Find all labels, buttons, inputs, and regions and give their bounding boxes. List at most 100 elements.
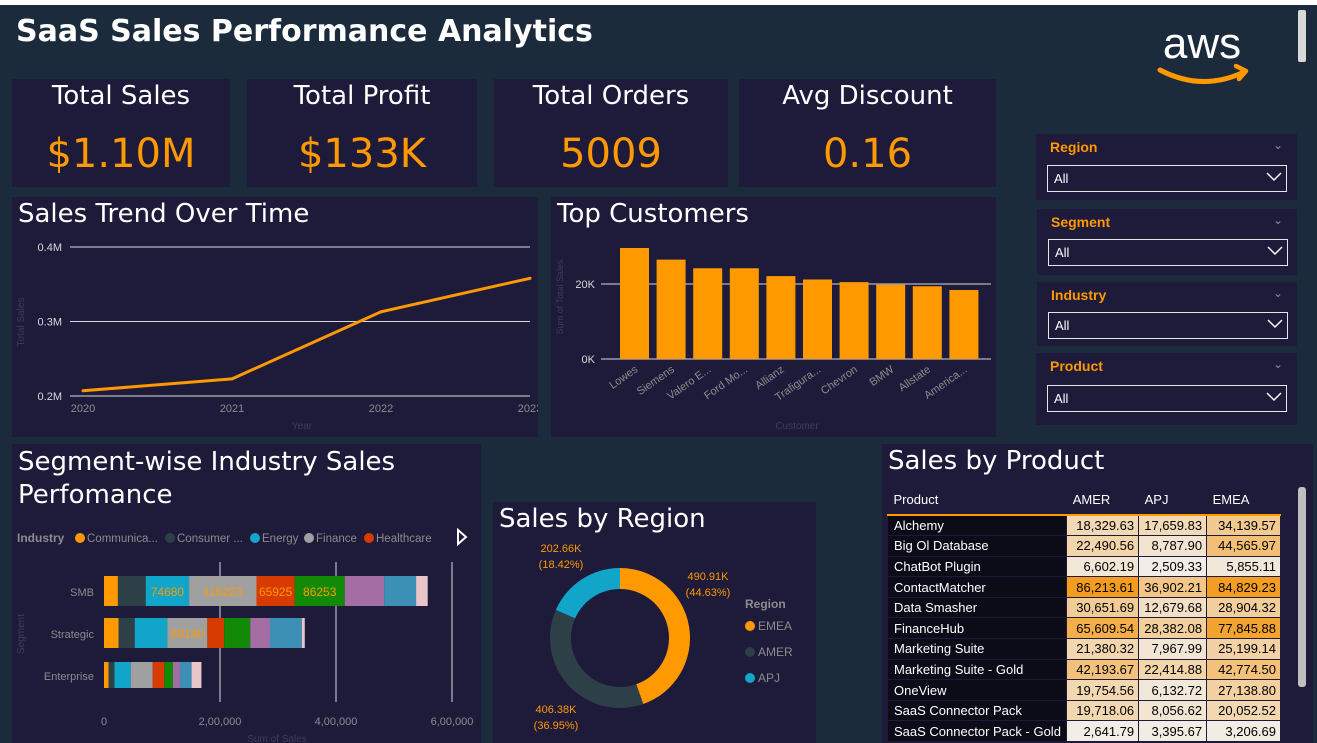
kpi-label: Total Profit (293, 81, 431, 111)
sales-trend-chart[interactable]: 0.2M 0.3M 0.4M 2020 2021 2022 2023 Year Total Sa… (12, 197, 538, 437)
kpi-card-total-sales[interactable]: Total Sales $1.10M (12, 79, 230, 187)
sales-trend-line (82, 276, 531, 393)
table-row[interactable]: ChatBot Plugin 6,602.19 2,509.33 5,855.11 (886, 555, 1281, 578)
legend-marker (250, 533, 260, 543)
segment-industry-chart[interactable]: Industry Communica... Consumer ... Energy Fi… (12, 444, 481, 743)
y-tick-label: 0.2M (38, 391, 62, 403)
sales-value-cell: 27,138.80 (1206, 679, 1281, 701)
sales-value-cell: 22,490.56 (1066, 535, 1140, 557)
sales-by-region-panel[interactable]: Sales by Region 490.91K (44.63%) 202.66K (1… (493, 502, 816, 743)
top-customers-panel[interactable]: Top Customers 0K 20K Lowes Siemens Valero E.… (551, 197, 996, 437)
column-header[interactable]: EMEA (1206, 485, 1281, 516)
legend-item: Energy (262, 533, 299, 545)
sales-value-cell: 5,855.11 (1206, 555, 1281, 578)
table-row[interactable]: Data Smasher 30,651.69 12,679.68 28,904.32 (886, 596, 1281, 619)
table-scrollbar[interactable] (1298, 487, 1306, 687)
product-name-cell: SaaS Connector Pack - Gold (886, 720, 1068, 743)
kpi-label: Total Sales (51, 81, 191, 111)
segment-industry-panel[interactable]: Segment-wise Industry Sales Perfomance I… (12, 444, 481, 743)
chevron-down-icon (1267, 319, 1283, 329)
segment-bar (207, 618, 225, 648)
sales-value-cell: 12,679.68 (1138, 596, 1208, 619)
legend-marker (745, 647, 755, 657)
bar-data-label: 69180 (171, 627, 205, 641)
customer-bar (766, 276, 796, 359)
table-row[interactable]: FinanceHub 65,609.54 28,382.08 77,845.88 (886, 617, 1281, 640)
table-row[interactable]: Marketing Suite - Gold 42,193.67 22,414.88… (886, 658, 1281, 681)
sales-value-cell: 6,602.19 (1066, 555, 1140, 578)
table-row[interactable]: ContactMatcher 86,213.61 36,902.21 84,829.2… (886, 576, 1281, 598)
column-header[interactable]: Product (887, 485, 1067, 516)
window-top-strip (0, 0, 1317, 5)
slice-value-label: 202.66K (541, 543, 583, 555)
table-row[interactable]: Marketing Suite 21,380.32 7,967.99 25,199.1… (886, 638, 1281, 660)
slicer-label: Region (1050, 139, 1098, 155)
segment-dropdown[interactable]: All (1048, 239, 1288, 266)
line-point (230, 377, 234, 381)
segment-bar (191, 662, 202, 688)
product-name-cell: Big Ol Database (886, 535, 1068, 557)
panel-title: Sales by Product (888, 446, 1105, 476)
y-tick-label: 20K (575, 279, 595, 291)
product-name-cell: Data Smasher (886, 596, 1068, 619)
legend-marker (364, 533, 374, 543)
sales-trend-panel[interactable]: Sales Trend Over Time 0.2M 0.3M 0.4M 2020 20… (12, 197, 538, 437)
x-tick-label: 2020 (71, 403, 95, 415)
product-dropdown[interactable]: All (1047, 385, 1287, 412)
customer-bar (656, 259, 686, 359)
slicer-segment[interactable]: Segment ⌄ All (1037, 209, 1297, 275)
legend-item: Consumer ... (177, 533, 243, 545)
dropdown-value: All (1054, 171, 1069, 186)
line-point (379, 310, 383, 314)
table-row[interactable]: Alchemy 18,329.63 17,659.83 34,139.57 (886, 514, 1281, 537)
segment-bar (117, 576, 146, 606)
sales-value-cell: 2,509.33 (1138, 555, 1208, 578)
kpi-card-total-orders[interactable]: Total Orders 5009 (494, 79, 728, 187)
slicer-label: Product (1050, 358, 1103, 374)
legend-next-icon (457, 527, 468, 547)
sales-by-region-chart[interactable]: 490.91K (44.63%) 202.66K (18.42%) 406.38K (36… (493, 502, 816, 743)
slicer-label: Industry (1051, 287, 1107, 303)
x-tick-label: 4,00,000 (315, 716, 358, 728)
table-row[interactable]: SaaS Connector Pack 19,718.06 8,056.62 20,0… (886, 699, 1281, 722)
chevron-down-icon[interactable]: ⌄ (1273, 138, 1283, 152)
sales-value-cell: 17,659.83 (1138, 514, 1208, 537)
table-row[interactable]: Big Ol Database 22,490.56 8,787.90 44,565.9… (886, 535, 1281, 557)
industry-dropdown[interactable]: All (1048, 312, 1288, 339)
chevron-down-icon (1267, 246, 1283, 256)
column-header[interactable]: APJ (1138, 485, 1207, 516)
segment-bar (104, 576, 118, 606)
sales-by-product-table[interactable]: Product AMER APJ EMEA Alchemy 18,329.63 17,65… (886, 485, 1281, 743)
chevron-down-icon[interactable]: ⌄ (1273, 286, 1283, 300)
kpi-card-avg-discount[interactable]: Avg Discount 0.16 (739, 79, 996, 187)
table-row[interactable]: SaaS Connector Pack - Gold 2,641.79 3,395.… (886, 720, 1281, 743)
region-dropdown[interactable]: All (1047, 165, 1287, 192)
segment-bar (250, 618, 270, 648)
legend-item: EMEA (758, 619, 792, 633)
chevron-down-icon[interactable]: ⌄ (1273, 357, 1283, 371)
slicer-region[interactable]: Region ⌄ All (1036, 134, 1297, 200)
legend-item: AMER (758, 645, 793, 659)
segment-bar (164, 662, 174, 688)
legend-marker (745, 621, 755, 631)
dashboard-title: SaaS Sales Performance Analytics (16, 14, 593, 49)
kpi-value: $1.10M (46, 131, 196, 177)
slicer-industry[interactable]: Industry ⌄ All (1037, 282, 1297, 346)
customer-bar (803, 279, 832, 359)
y-tick-label: 0.3M (38, 317, 62, 329)
customer-bar (912, 286, 942, 359)
segment-bar (104, 662, 109, 688)
chevron-down-icon[interactable]: ⌄ (1273, 213, 1283, 227)
product-name-cell: Marketing Suite - Gold (886, 658, 1068, 681)
slicer-label: Segment (1051, 214, 1111, 230)
table-row[interactable]: OneView 19,754.56 6,132.72 27,138.80 (886, 679, 1281, 701)
dropdown-value: All (1054, 391, 1069, 406)
kpi-card-total-profit[interactable]: Total Profit $133K (247, 79, 477, 187)
aws-logo-text: aws (1163, 22, 1241, 68)
slicer-product[interactable]: Product ⌄ All (1036, 353, 1297, 425)
column-header[interactable]: AMER (1066, 485, 1139, 516)
top-customers-chart[interactable]: 0K20KLowesSiemensValero E...Ford Mo... Al… (551, 197, 996, 437)
page-scrollbar[interactable] (1298, 10, 1306, 62)
y-tick-label: 0K (582, 354, 596, 366)
segment-bar (104, 618, 119, 648)
